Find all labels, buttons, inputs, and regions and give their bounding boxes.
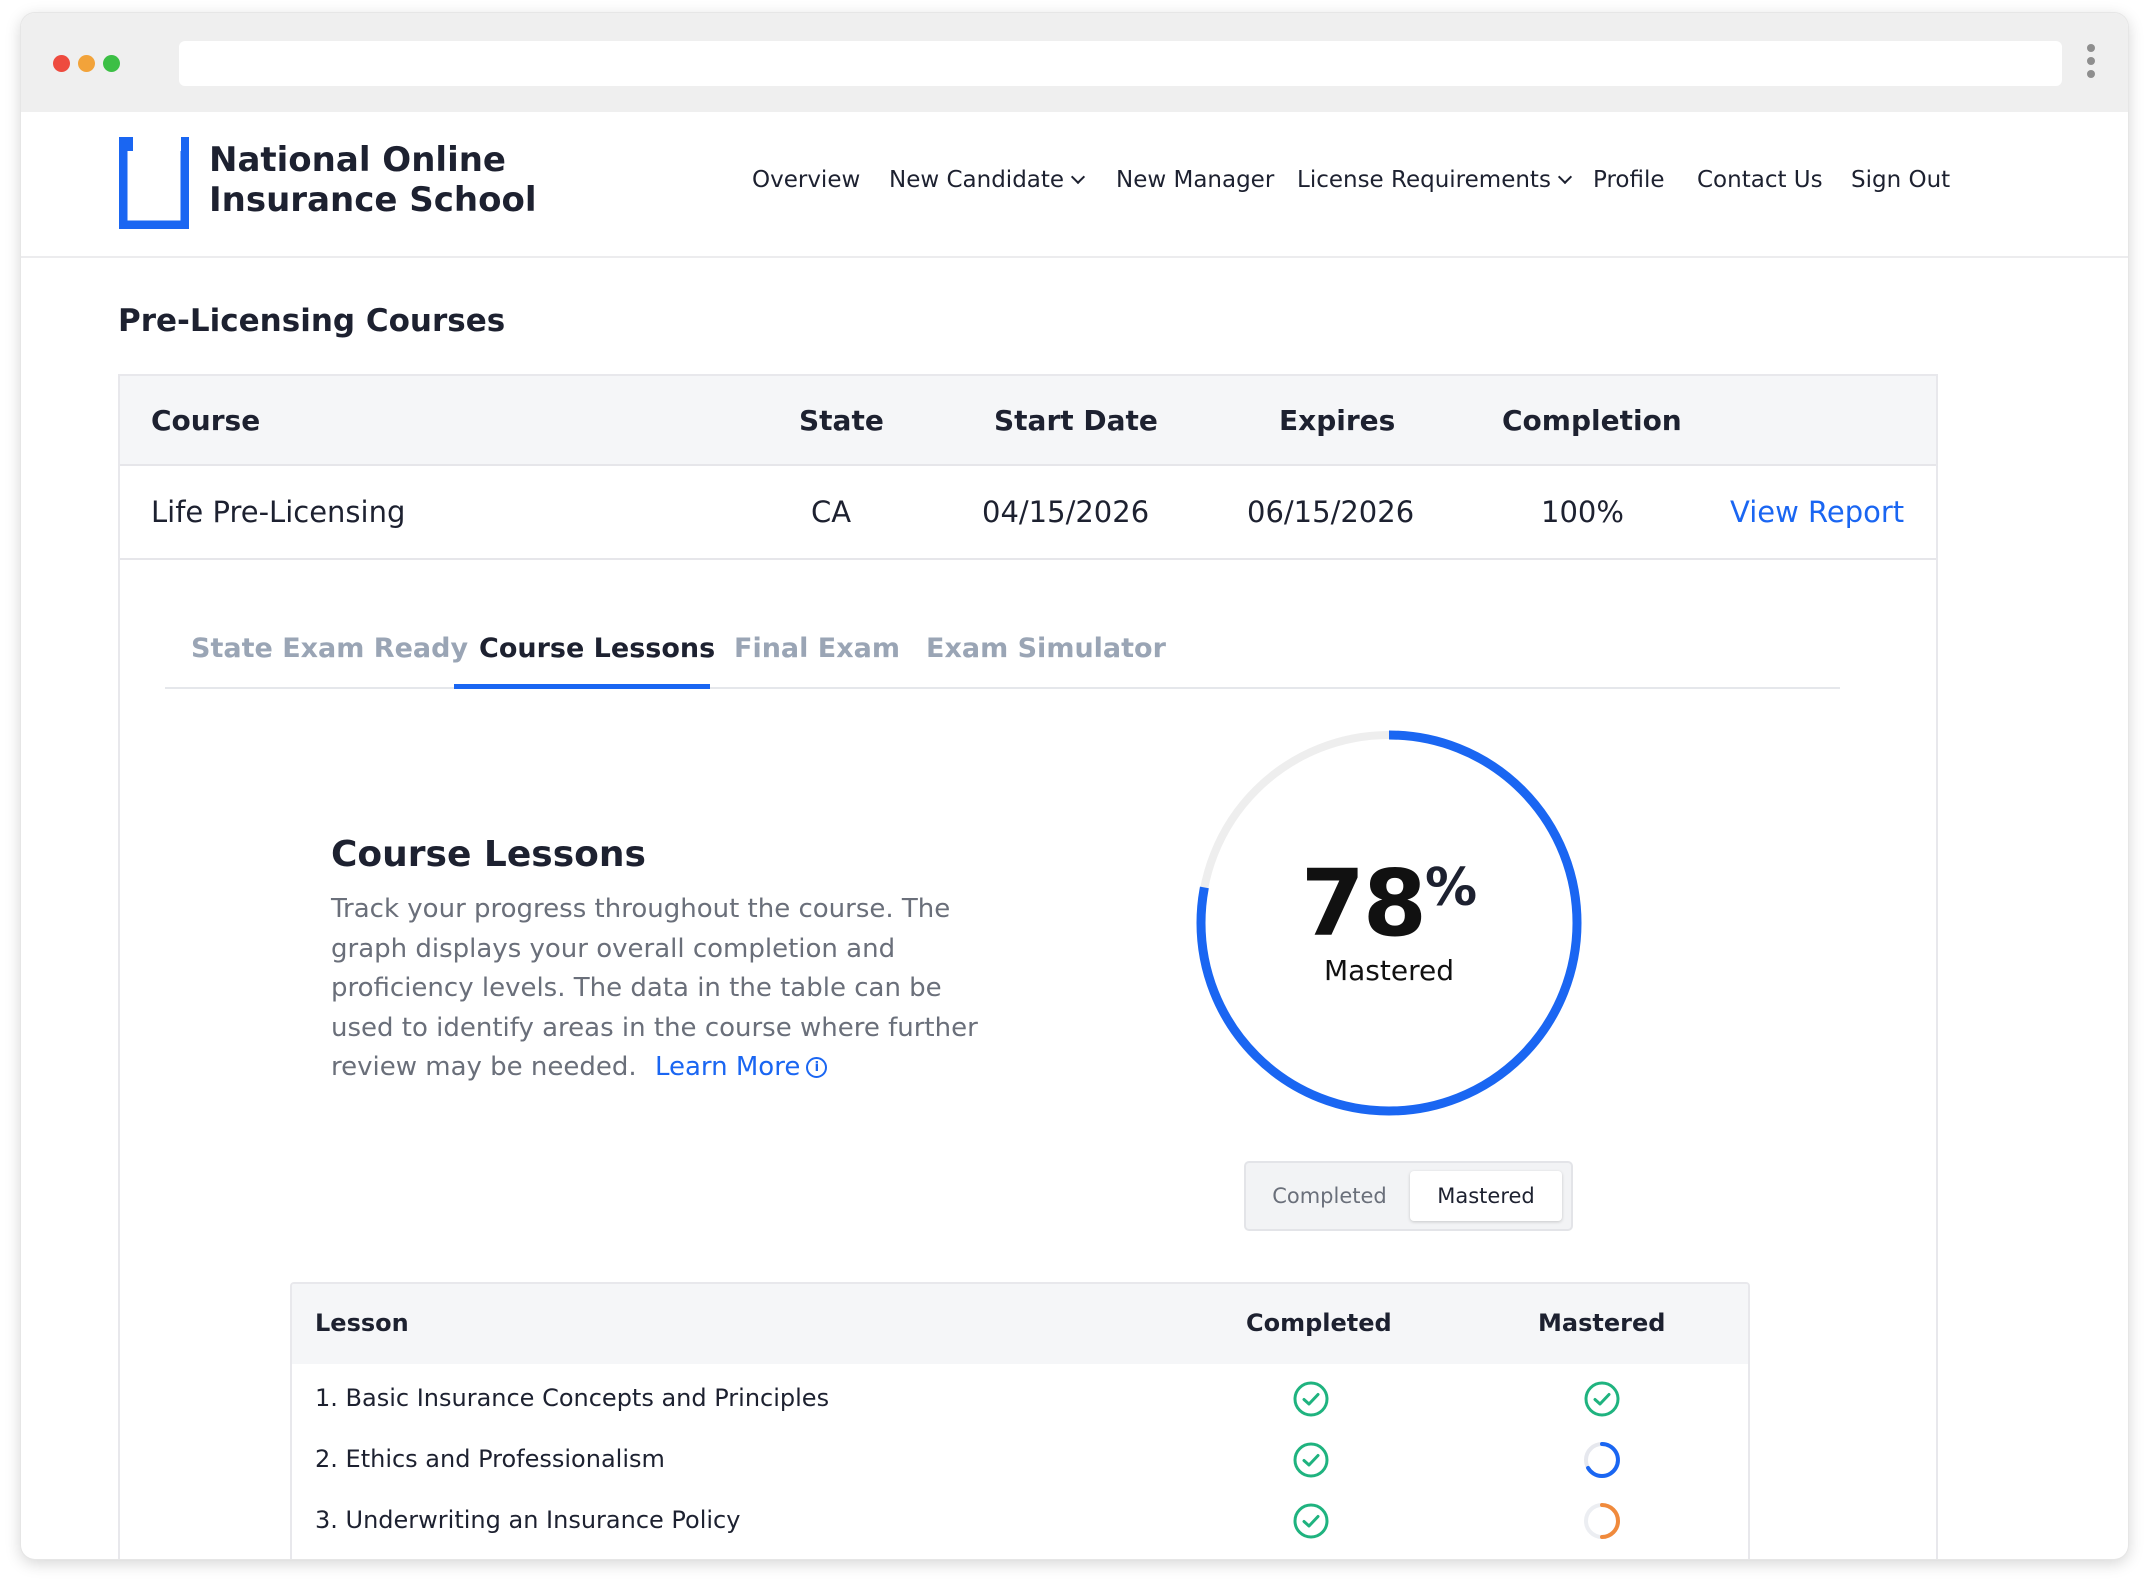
completed-check-icon — [1293, 1503, 1329, 1539]
lesson-row[interactable]: 2. Ethics and Professionalism — [292, 1429, 1748, 1490]
close-window-button[interactable] — [53, 55, 70, 72]
tab-final-exam[interactable]: Final Exam — [734, 633, 900, 664]
lesson-row[interactable]: 3. Underwriting an Insurance Policy — [292, 1490, 1748, 1551]
column-header-mastered: Mastered — [1538, 1309, 1666, 1337]
chevron-down-icon — [1557, 169, 1572, 185]
active-tab-indicator — [454, 684, 710, 689]
school-name[interactable]: National Online Insurance School — [209, 140, 536, 220]
courses-card: Course State Start Date Expires Completi… — [118, 374, 1938, 1559]
column-header-expires: Expires — [1279, 404, 1396, 437]
tab-exam-simulator[interactable]: Exam Simulator — [926, 633, 1166, 664]
column-header-completed: Completed — [1246, 1309, 1392, 1337]
completed-check-icon — [1293, 1381, 1329, 1417]
column-header-state: State — [799, 404, 884, 437]
mastery-partial-blue-icon — [1584, 1442, 1620, 1478]
nav-new-candidate-label: New Candidate — [889, 167, 1065, 193]
tab-state-exam-ready[interactable]: State Exam Ready — [191, 633, 468, 664]
column-header-completion: Completion — [1502, 404, 1682, 437]
tab-course-lessons[interactable]: Course Lessons — [479, 633, 715, 664]
progress-percent-sign: % — [1424, 858, 1478, 918]
nav-profile[interactable]: Profile — [1593, 167, 1665, 193]
lessons-title: Course Lessons — [331, 834, 646, 875]
nav-new-manager[interactable]: New Manager — [1116, 167, 1274, 193]
nav-license-requirements[interactable]: License Requirements — [1297, 167, 1572, 193]
school-logo-icon[interactable] — [119, 137, 189, 229]
info-icon: i — [806, 1057, 828, 1078]
learn-more-link[interactable]: Learn More i — [654, 1052, 828, 1082]
tabs-divider — [165, 687, 1840, 689]
lesson-row[interactable]: 1. Basic Insurance Concepts and Principl… — [292, 1368, 1748, 1429]
learn-more-label: Learn More — [654, 1052, 801, 1082]
course-state: CA — [811, 495, 852, 529]
column-header-course: Course — [151, 404, 261, 437]
courses-table-header: Course State Start Date Expires Completi… — [120, 376, 1936, 466]
column-header-start-date: Start Date — [994, 404, 1158, 437]
browser-toolbar — [21, 13, 2128, 112]
completed-check-icon — [1293, 1442, 1329, 1478]
course-row: Life Pre-Licensing CA 04/15/2026 06/15/2… — [120, 466, 1936, 560]
address-bar[interactable] — [179, 41, 2062, 86]
nav-sign-out[interactable]: Sign Out — [1851, 167, 1950, 193]
view-report-link[interactable]: View Report — [1730, 495, 1904, 529]
completed-mastered-toggle: Completed Mastered — [1244, 1161, 1573, 1231]
site-header: National Online Insurance School Overvie… — [21, 112, 2128, 258]
school-name-line2: Insurance School — [209, 180, 537, 220]
toggle-mastered[interactable]: Mastered — [1410, 1171, 1562, 1221]
lessons-description: Track your progress throughout the cours… — [331, 890, 991, 1088]
course-completion: 100% — [1541, 495, 1624, 529]
mastered-check-icon — [1584, 1381, 1620, 1417]
minimize-window-button[interactable] — [78, 55, 95, 72]
course-expires: 06/15/2026 — [1247, 495, 1415, 529]
nav-contact-us[interactable]: Contact Us — [1697, 167, 1823, 193]
progress-percent-number: 78 — [1300, 850, 1427, 957]
lessons-table-header: Lesson Completed Mastered — [292, 1284, 1748, 1364]
page-title: Pre-Licensing Courses — [118, 303, 506, 339]
course-start-date: 04/15/2026 — [982, 495, 1150, 529]
lesson-row[interactable] — [292, 1551, 1748, 1559]
nav-overview[interactable]: Overview — [752, 167, 860, 193]
school-name-line1: National Online — [209, 140, 506, 180]
maximize-window-button[interactable] — [103, 55, 120, 72]
browser-window: National Online Insurance School Overvie… — [21, 13, 2128, 1559]
mastery-partial-orange-icon — [1584, 1503, 1620, 1539]
course-name: Life Pre-Licensing — [151, 495, 406, 529]
progress-percent: 78% — [1194, 858, 1584, 950]
lesson-name: 3. Underwriting an Insurance Policy — [315, 1506, 741, 1534]
lessons-table: Lesson Completed Mastered 1. Basic Insur… — [290, 1282, 1750, 1559]
chevron-down-icon — [1070, 169, 1086, 185]
toggle-completed[interactable]: Completed — [1246, 1171, 1413, 1221]
nav-new-candidate[interactable]: New Candidate — [889, 167, 1086, 193]
column-header-lesson: Lesson — [315, 1309, 409, 1337]
browser-menu-icon[interactable] — [2087, 44, 2095, 84]
lesson-name: 1. Basic Insurance Concepts and Principl… — [315, 1384, 830, 1412]
progress-label: Mastered — [1323, 954, 1454, 987]
lesson-name: 2. Ethics and Professionalism — [315, 1445, 665, 1473]
nav-license-requirements-label: License Requirements — [1297, 167, 1551, 193]
